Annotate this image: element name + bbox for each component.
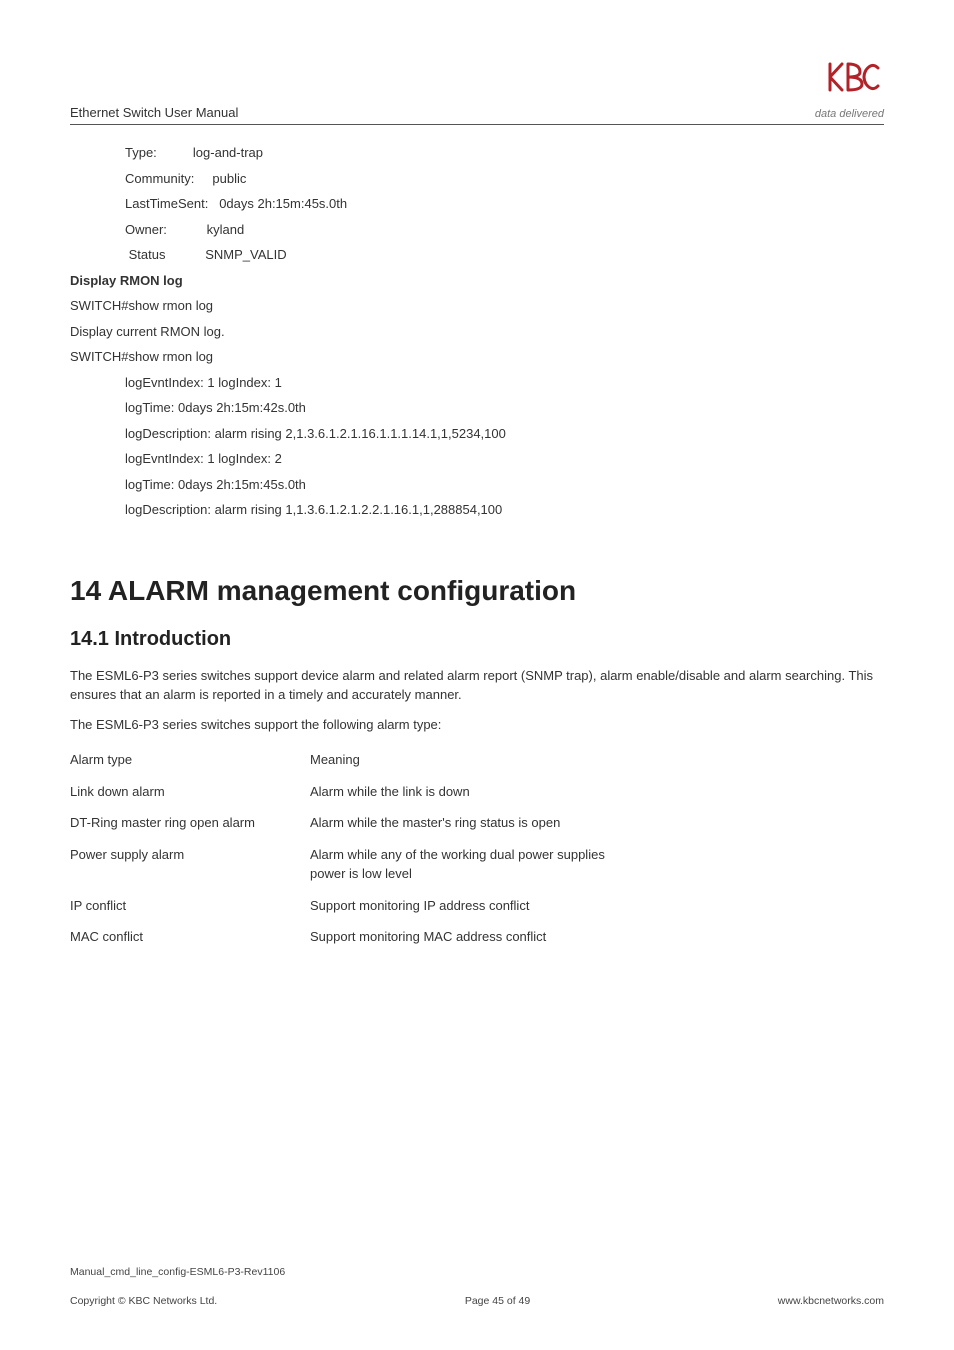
footer-url: www.kbcnetworks.com <box>778 1294 884 1310</box>
table-row: Power supply alarm Alarm while any of th… <box>70 839 650 890</box>
table-header-cell: Meaning <box>310 744 650 776</box>
table-cell: Link down alarm <box>70 776 310 808</box>
type-value: log-and-trap <box>193 145 263 160</box>
rmon-output-line: logDescription: alarm rising 2,1.3.6.1.2… <box>125 424 884 444</box>
table-cell: Alarm while any of the working dual powe… <box>310 839 650 890</box>
config-block: Type: log-and-trap Community: public Las… <box>70 143 884 265</box>
table-row: DT-Ring master ring open alarm Alarm whi… <box>70 807 650 839</box>
intro-paragraph-2: The ESML6-P3 series switches support the… <box>70 715 884 735</box>
owner-label: Owner: <box>125 222 167 237</box>
logo-tagline: data delivered <box>815 106 884 123</box>
table-header-row: Alarm type Meaning <box>70 744 650 776</box>
status-value: SNMP_VALID <box>205 247 286 262</box>
status-label: Status <box>129 247 166 262</box>
table-cell: MAC conflict <box>70 921 310 953</box>
page-footer: Manual_cmd_line_config-ESML6-P3-Rev1106 … <box>70 1265 884 1311</box>
header-title: Ethernet Switch User Manual <box>70 103 238 123</box>
community-label: Community: <box>125 171 194 186</box>
table-header-cell: Alarm type <box>70 744 310 776</box>
rmon-output-line: logEvntIndex: 1 logIndex: 1 <box>125 373 884 393</box>
type-label: Type: <box>125 145 157 160</box>
rmon-output-line: logTime: 0days 2h:15m:45s.0th <box>125 475 884 495</box>
chapter-title: 14 ALARM management configuration <box>70 570 884 612</box>
display-rmon-heading: Display RMON log <box>70 271 884 291</box>
rmon-output-block: logEvntIndex: 1 logIndex: 1 logTime: 0da… <box>70 373 884 520</box>
table-cell: Support monitoring IP address conflict <box>310 890 650 922</box>
rmon-output-line: logTime: 0days 2h:15m:42s.0th <box>125 398 884 418</box>
community-value: public <box>212 171 246 186</box>
rmon-cmd-2: SWITCH#show rmon log <box>70 347 884 367</box>
owner-value: kyland <box>207 222 245 237</box>
footer-copyright: Copyright © KBC Networks Ltd. <box>70 1294 217 1310</box>
alarm-type-table: Alarm type Meaning Link down alarm Alarm… <box>70 744 650 953</box>
rmon-desc: Display current RMON log. <box>70 322 884 342</box>
table-cell: Alarm while the master's ring status is … <box>310 807 650 839</box>
rmon-cmd-1: SWITCH#show rmon log <box>70 296 884 316</box>
section-title: 14.1 Introduction <box>70 624 884 654</box>
table-cell: IP conflict <box>70 890 310 922</box>
kbc-logo-icon <box>826 60 884 102</box>
table-row: Link down alarm Alarm while the link is … <box>70 776 650 808</box>
rmon-output-line: logDescription: alarm rising 1,1.3.6.1.2… <box>125 500 884 520</box>
table-cell: Support monitoring MAC address conflict <box>310 921 650 953</box>
table-cell: DT-Ring master ring open alarm <box>70 807 310 839</box>
table-cell: Alarm while the link is down <box>310 776 650 808</box>
rmon-output-line: logEvntIndex: 1 logIndex: 2 <box>125 449 884 469</box>
logo-block: data delivered <box>815 60 884 122</box>
footer-page-number: Page 45 of 49 <box>465 1294 530 1310</box>
intro-paragraph-1: The ESML6-P3 series switches support dev… <box>70 666 884 705</box>
lasttime-value: 0days 2h:15m:45s.0th <box>219 196 347 211</box>
footer-manual-id: Manual_cmd_line_config-ESML6-P3-Rev1106 <box>70 1265 884 1281</box>
table-row: IP conflict Support monitoring IP addres… <box>70 890 650 922</box>
table-row: MAC conflict Support monitoring MAC addr… <box>70 921 650 953</box>
lasttime-label: LastTimeSent: <box>125 196 208 211</box>
table-cell: Power supply alarm <box>70 839 310 890</box>
page-header: Ethernet Switch User Manual data deliver… <box>70 60 884 125</box>
